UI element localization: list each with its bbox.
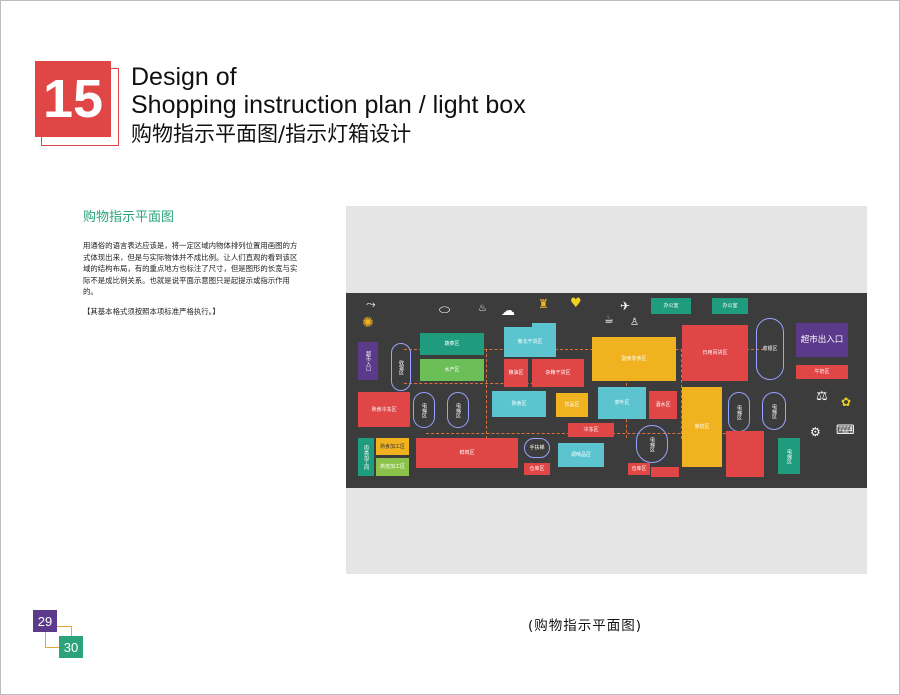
zone-elevator-b: 电梯区 [447, 392, 469, 428]
zone-milk: 牛奶区 [796, 365, 848, 379]
lemon-doodle-icon: ✿ [841, 395, 852, 409]
arrow-doodle-icon: ⤳ [366, 297, 376, 311]
zone-tea: 茶叶区 [598, 387, 646, 419]
zone-bakery: 烘焙加工区 [376, 458, 409, 476]
zone-nuts-tab [532, 323, 556, 329]
zone-elevator-e: 电梯区 [762, 392, 786, 430]
zone-elevator-d: 电梯区 [728, 392, 750, 432]
fitness-doodle-icon: ⚖ [816, 389, 828, 404]
section-number-badge: 15 [35, 61, 111, 137]
zone-seasoning: 调味品区 [558, 443, 604, 467]
zone-vegetables: 蔬菜区 [420, 333, 484, 355]
zone-food-processing: 熟食加工区 [376, 438, 409, 455]
plane-doodle-icon: ✈ [620, 299, 631, 313]
zone-fresh-meat: 鲜肉区 [416, 438, 518, 468]
zone-exit: 超市出入口 [796, 323, 848, 357]
zone-nuts: 南北干货区 [504, 327, 556, 357]
zone-office-b: 办公室 [712, 298, 748, 314]
cup-doodle-icon: ♙ [630, 317, 639, 328]
section-title: 购物指示平面图 [83, 210, 175, 225]
section-description: 用通俗的语言表达应该是，将一定区域内物体排列位置用画图的方式体现出来，但是与实际… [83, 241, 298, 296]
zone-storage-right [726, 431, 764, 477]
title-line-1: Design of [131, 63, 237, 91]
zone-wine: 酒水区 [649, 391, 677, 419]
zone-water-products: 水产区 [420, 359, 484, 381]
drink-doodle-icon: ☕ [604, 313, 614, 326]
zone-snacks: 副食零食区 [592, 337, 676, 381]
sun-doodle-icon: ✺ [362, 315, 374, 331]
section-note: 【其基本格式须按照本项标准严格执行。】 [83, 307, 220, 316]
zone-entrance-left: 超市入口 [358, 342, 378, 380]
zone-frozen: 冷冻区 [568, 423, 614, 437]
zone-elevator-f: 电梯区 [778, 438, 800, 474]
zone-elevator-c: 电梯区 [636, 425, 668, 463]
title-chinese: 购物指示平面图/指示灯箱设计 [131, 122, 412, 146]
zone-storage-b: 仓库区 [628, 463, 650, 475]
fish-doodle-icon: ⬭ [439, 303, 451, 318]
zone-cashier-left: 收银区 [391, 343, 411, 391]
zone-home-textiles: 家纺区 [682, 387, 722, 467]
basket-doodle-icon: ⚙ [810, 425, 821, 439]
zone-storage-c [651, 467, 679, 477]
register-doodle-icon: ⌨ [836, 423, 855, 438]
zone-escalator: 手扶梯 [524, 438, 550, 458]
zone-meat-processing: 肉类加工间 [358, 438, 374, 476]
zone-office-a: 办公室 [651, 298, 691, 314]
zone-storage-a: 仓库区 [524, 463, 550, 475]
zone-cooked-frozen: 熟食冷冻区 [358, 392, 410, 427]
fries-doodle-icon: ♨ [478, 303, 487, 314]
zone-daily-goods: 日用百货区 [682, 325, 748, 381]
title-line-2: Shopping instruction plan / light box [131, 91, 526, 119]
page-number-right: 30 [59, 636, 83, 658]
bottle-doodle-icon: ♜ [538, 297, 549, 311]
zone-cooked-b: 熟食区 [492, 391, 546, 417]
floor-plan-map: ✺ ⤳ ⬭ ♨ ☁ ♜ ♥ ☕ ✈ ♙ ⚖ ⌨ ⚙ ✿ 超市入口 收银区 熟食冷… [346, 293, 867, 488]
heart-doodle-icon: ♥ [570, 296, 582, 311]
zone-dry-goods: 杂粮干货区 [532, 359, 584, 387]
zone-rice-oil: 粮油区 [504, 359, 528, 387]
zone-elevator-a: 电梯区 [413, 392, 435, 428]
zone-beverage: 饮品区 [556, 393, 588, 417]
path-line [486, 349, 487, 439]
figure-caption: (购物指示平面图) [528, 618, 643, 634]
page-title: Design of Shopping instruction plan / li… [131, 63, 526, 149]
page-number-left: 29 [33, 610, 57, 632]
zone-cashier-right: 收银区 [756, 318, 784, 380]
cloud-doodle-icon: ☁ [501, 303, 515, 319]
